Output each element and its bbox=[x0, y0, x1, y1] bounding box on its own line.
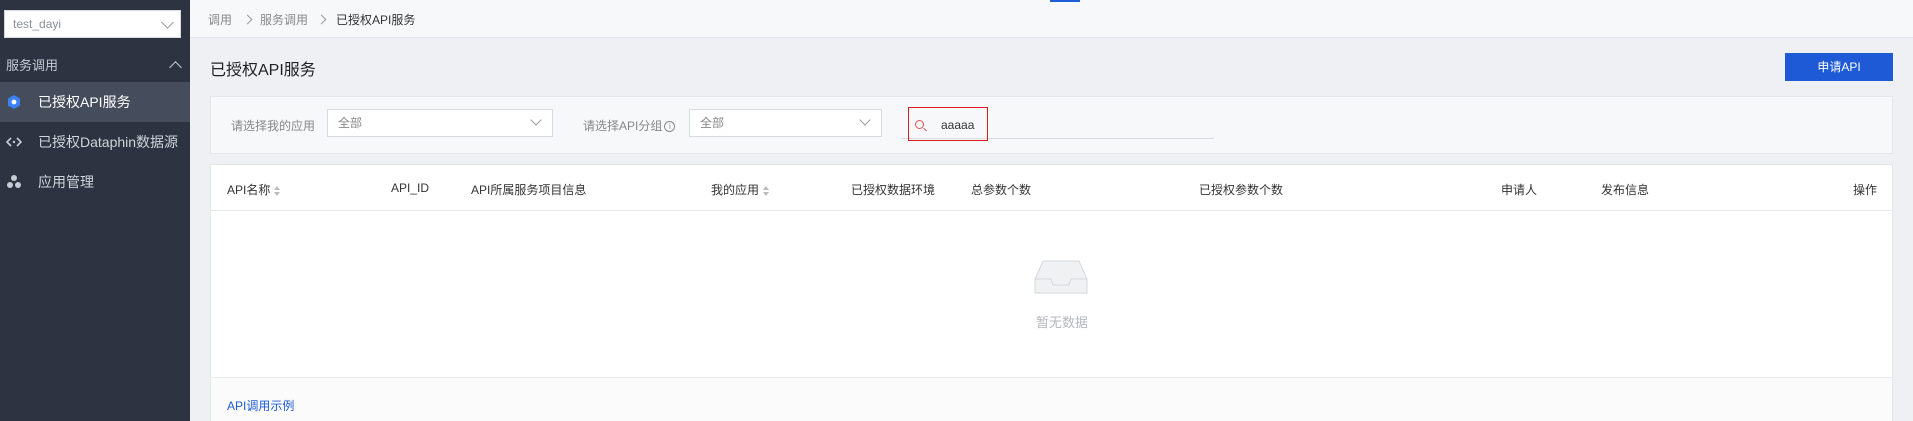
apply-api-button[interactable]: 申请API bbox=[1785, 53, 1893, 81]
column-header-actions: 操作 bbox=[1853, 183, 1878, 197]
workspace-select-value: test_dayi bbox=[13, 17, 62, 31]
workspace-select[interactable]: test_dayi bbox=[4, 10, 181, 38]
app-filter-value: 全部 bbox=[338, 116, 363, 130]
column-header-api-id: API_ID bbox=[391, 181, 430, 195]
column-header-api-name[interactable]: API名称 bbox=[227, 181, 281, 198]
highlight-annotation-box bbox=[908, 107, 988, 141]
breadcrumb-item[interactable]: 服务调用 bbox=[260, 0, 308, 38]
sort-icon[interactable] bbox=[274, 185, 281, 196]
sidebar-item-app-management[interactable]: 应用管理 bbox=[0, 162, 190, 202]
group-filter-label: 请选择API分组 i bbox=[583, 117, 676, 134]
app-filter-label: 请选择我的应用 bbox=[231, 119, 316, 133]
sidebar-group-title[interactable]: 服务调用 bbox=[6, 56, 184, 76]
column-header-authorized-params: 已授权参数个数 bbox=[1199, 183, 1284, 197]
page-title: 已授权API服务 bbox=[210, 62, 316, 79]
column-header-label: 我的应用 bbox=[711, 183, 760, 197]
chevron-down-icon bbox=[161, 16, 174, 29]
column-header-total-params: 总参数个数 bbox=[971, 183, 1032, 197]
api-example-link[interactable]: API调用示例 bbox=[227, 397, 294, 414]
sidebar-item-label: 应用管理 bbox=[38, 174, 94, 190]
api-table: API名称 API_ID API所属服务项目信息 我的应用 已授权数据环境 总参… bbox=[210, 164, 1893, 421]
sidebar-item-label: 已授权Dataphin数据源 bbox=[38, 134, 179, 150]
column-header-my-app[interactable]: 我的应用 bbox=[711, 181, 770, 198]
sidebar: test_dayi 服务调用 已授权API服务 已授权Dataphin数据源 应… bbox=[0, 0, 190, 421]
sort-icon[interactable] bbox=[763, 185, 770, 196]
sidebar-group-label: 服务调用 bbox=[6, 58, 59, 73]
column-header-publish-info: 发布信息 bbox=[1601, 183, 1650, 197]
breadcrumb-current: 已授权API服务 bbox=[336, 13, 416, 27]
column-header-applicant: 申请人 bbox=[1501, 183, 1538, 197]
sidebar-item-dataphin-source[interactable]: 已授权Dataphin数据源 bbox=[0, 122, 190, 162]
breadcrumb-item[interactable]: 调用 bbox=[208, 0, 232, 38]
chevron-up-icon bbox=[169, 61, 182, 74]
group-filter-value: 全部 bbox=[700, 116, 725, 130]
empty-state-text: 暂无数据 bbox=[1035, 315, 1088, 330]
column-header-service-project: API所属服务项目信息 bbox=[471, 183, 587, 197]
app-cluster-icon bbox=[7, 175, 21, 188]
column-header-label: API名称 bbox=[227, 183, 271, 197]
chevron-right-icon bbox=[242, 14, 253, 25]
chevron-down-icon bbox=[859, 114, 871, 126]
chevron-right-icon bbox=[316, 14, 327, 25]
column-header-data-env: 已授权数据环境 bbox=[851, 183, 936, 197]
info-icon[interactable]: i bbox=[664, 121, 676, 133]
app-filter-select[interactable]: 全部 bbox=[327, 109, 553, 137]
code-brackets-icon bbox=[6, 137, 22, 147]
top-bar: 调用 服务调用 已授权API服务 bbox=[190, 0, 1913, 38]
group-filter-label-text: 请选择API分组 bbox=[583, 119, 663, 133]
sidebar-item-authorized-api[interactable]: 已授权API服务 bbox=[0, 82, 190, 122]
group-filter-select[interactable]: 全部 bbox=[689, 109, 882, 137]
top-accent-line bbox=[1050, 0, 1080, 2]
table-header: API名称 API_ID API所属服务项目信息 我的应用 已授权数据环境 总参… bbox=[211, 165, 1892, 211]
api-service-icon bbox=[8, 95, 20, 109]
table-footer bbox=[211, 377, 1892, 421]
sidebar-item-label: 已授权API服务 bbox=[38, 94, 131, 110]
empty-inbox-icon bbox=[1034, 260, 1088, 294]
filter-bar: 请选择我的应用 全部 请选择API分组 i 全部 bbox=[210, 96, 1893, 154]
chevron-down-icon bbox=[530, 114, 542, 126]
